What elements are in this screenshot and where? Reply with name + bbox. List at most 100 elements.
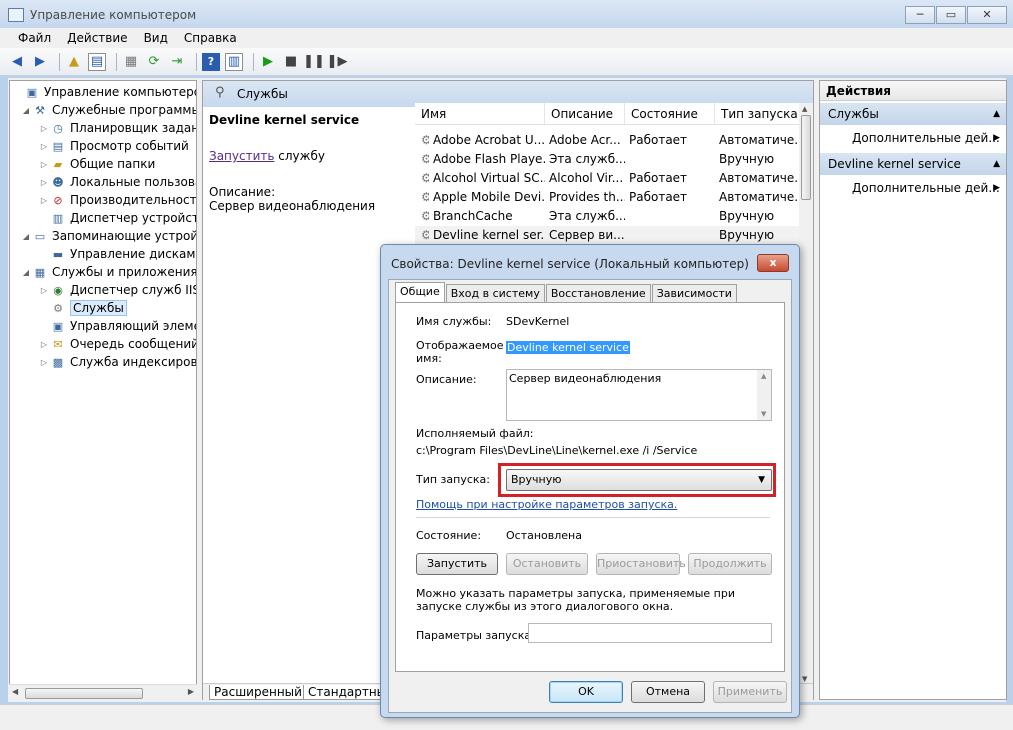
params-input[interactable] (528, 623, 772, 643)
tree-node[interactable]: ◢ ▭ Запоминающие устройст (20, 227, 196, 245)
scroll-thumb[interactable] (801, 115, 811, 200)
restart-service-icon[interactable]: ❚▶ (327, 53, 348, 71)
scroll-left-icon[interactable]: ◀ (12, 687, 18, 696)
tree-horizontal-scrollbar[interactable]: ◀ ▶ (9, 684, 197, 701)
service-row[interactable]: ⚙ Alcohol Virtual SC... Alcohol Vir... Рабо… (415, 169, 801, 188)
properties-icon[interactable]: ▦ (122, 53, 140, 71)
scroll-up-icon[interactable]: ▲ (802, 105, 807, 113)
state-label: Состояние: (416, 529, 482, 542)
storage-icon: ▭ (34, 229, 46, 243)
service-row[interactable]: ⚙ Adobe Flash Playe... Эта служб... Вручную (415, 150, 801, 169)
export-list-icon[interactable]: ⇥ (168, 53, 186, 71)
toolbar-separator (59, 52, 60, 71)
wmi-icon: ▣ (52, 319, 64, 333)
close-window-button[interactable]: ✕ (967, 6, 1007, 24)
description-text: Сервер видеонаблюдения (209, 199, 376, 213)
continue-button[interactable]: Продолжить (688, 553, 772, 575)
more-actions-item[interactable]: Дополнительные дей... ▶ (820, 175, 1006, 201)
divider (416, 517, 770, 518)
actions-pane: Действия Службы ▲ Дополнительные дей... ▶ … (819, 80, 1007, 700)
maximize-button[interactable]: ▭ (936, 6, 966, 24)
description-field[interactable]: Сервер видеонаблюдения ▲ ▼ (506, 369, 772, 421)
tree-node[interactable]: ◢ ▦ Службы и приложения (20, 263, 196, 281)
start-service-icon[interactable]: ▶ (259, 53, 277, 71)
tree-node[interactable]: ▷ ⊘ Производительность (38, 191, 196, 209)
tree-node-selected[interactable]: ⚙ Службы (38, 299, 127, 317)
column-name[interactable]: Имя (415, 103, 545, 124)
tree-node[interactable]: ▷ ◉ Диспетчер служб IIS (38, 281, 196, 299)
tree-node[interactable]: ▷☻Локальные пользовате (38, 173, 196, 191)
tree-node[interactable]: ▷ ▰ Общие папки (38, 155, 155, 173)
gear-icon: ⚙ (421, 171, 429, 185)
start-button[interactable]: Запустить (416, 553, 498, 575)
service-row[interactable]: ⚙ Adobe Acrobat U... Adobe Acr... Работает А… (415, 131, 801, 150)
display-name-label: Отображаемое имя: (416, 339, 504, 365)
help-icon[interactable]: ? (202, 52, 220, 71)
refresh-icon[interactable]: ⟳ (145, 53, 163, 71)
tree-node[interactable]: ▥ Диспетчер устройств (38, 209, 196, 227)
tree-node[interactable]: ▣ Управляющий элемен (38, 317, 196, 335)
message-queue-icon: ✉ (53, 337, 63, 351)
dialog-close-button[interactable]: x (757, 254, 789, 272)
scroll-up-icon[interactable]: ▲ (761, 372, 766, 380)
performance-icon: ⊘ (53, 193, 63, 207)
stop-service-icon[interactable]: ■ (282, 53, 300, 71)
iis-icon: ◉ (53, 283, 63, 297)
apply-button[interactable]: Применить (713, 681, 787, 703)
cancel-button[interactable]: Отмена (631, 681, 705, 703)
tab-dependencies[interactable]: Зависимости (651, 284, 737, 302)
tree-node[interactable]: ▬ Управление дисками (38, 245, 196, 263)
tab-recovery[interactable]: Восстановление (545, 284, 651, 302)
column-startup-type[interactable]: Тип запуска (715, 103, 801, 124)
minimize-button[interactable]: ─ (905, 6, 935, 24)
more-actions-item[interactable]: Дополнительные дей... ▶ (820, 125, 1006, 151)
scroll-down-icon[interactable]: ▼ (802, 675, 807, 683)
tree-node[interactable]: ▣Управление компьютером (л (12, 83, 196, 101)
tree-node[interactable]: ▷ ▤ Просмотр событий (38, 137, 189, 155)
clock-icon: ◷ (53, 121, 63, 135)
service-row[interactable]: ⚙ BranchCache Эта служб... Вручную (415, 207, 801, 226)
collapse-icon[interactable]: ▲ (993, 103, 1000, 125)
scroll-down-icon[interactable]: ▼ (761, 410, 766, 418)
show-tree-icon[interactable]: ▤ (88, 52, 106, 71)
menu-action[interactable]: Действие (59, 28, 135, 48)
tree-node[interactable]: ▷ ✉ Очередь сообщений (38, 335, 196, 353)
column-description[interactable]: Описание (545, 103, 625, 124)
actions-group-services[interactable]: Службы ▲ (820, 103, 1006, 125)
tree-node[interactable]: ◢ ⚒ Служебные программы (20, 101, 196, 119)
tree-node[interactable]: ▷◷Планировщик заданий (38, 119, 196, 137)
action-pane-icon[interactable]: ▥ (225, 52, 243, 71)
display-name-field[interactable]: Devline kernel service (506, 341, 630, 354)
forward-arrow-icon[interactable]: ▶ (31, 53, 49, 71)
service-row-selected[interactable]: ⚙ Devline kernel ser... Сервер ви... Вручну… (415, 226, 801, 245)
actions-group-devline[interactable]: Devline kernel service ▲ (820, 153, 1006, 175)
service-row[interactable]: ⚙ Apple Mobile Devi... Provides th... Работ… (415, 188, 801, 207)
shared-folder-icon: ▰ (53, 157, 63, 171)
description-scrollbar[interactable]: ▲ ▼ (757, 370, 771, 420)
startup-type-select[interactable]: Вручную ▼ (506, 469, 772, 491)
back-arrow-icon[interactable]: ◀ (8, 53, 26, 71)
service-name-value: SDevKernel (506, 315, 570, 328)
tree-node[interactable]: ▷▩Служба индексирован (38, 353, 196, 371)
service-properties-dialog: Свойства: Devline kernel service (Локаль… (380, 244, 800, 718)
tab-extended[interactable]: Расширенный (209, 685, 307, 700)
pause-service-icon[interactable]: ❚❚ (303, 53, 325, 71)
scroll-thumb[interactable] (25, 688, 143, 699)
up-folder-icon[interactable]: ▲ (65, 53, 83, 71)
tab-general[interactable]: Общие (395, 282, 445, 303)
column-status[interactable]: Состояние (625, 103, 715, 124)
menu-file[interactable]: Файл (10, 28, 59, 48)
ok-button[interactable]: OK (549, 681, 623, 703)
services-vertical-scrollbar[interactable]: ▲ ▼ (799, 103, 813, 685)
menu-help[interactable]: Справка (176, 28, 245, 48)
stop-button[interactable]: Остановить (506, 553, 588, 575)
scroll-right-icon[interactable]: ▶ (188, 687, 194, 696)
menu-view[interactable]: Вид (136, 28, 176, 48)
start-service-link[interactable]: Запустить (209, 149, 274, 163)
collapse-icon[interactable]: ▲ (993, 153, 1000, 175)
pause-button[interactable]: Приостановить (596, 553, 686, 575)
startup-help-link[interactable]: Помощь при настройке параметров запуска. (416, 498, 677, 511)
tab-logon[interactable]: Вход в систему (445, 284, 545, 302)
toolbar-separator (116, 52, 117, 71)
selected-service-name: Devline kernel service (209, 113, 360, 127)
